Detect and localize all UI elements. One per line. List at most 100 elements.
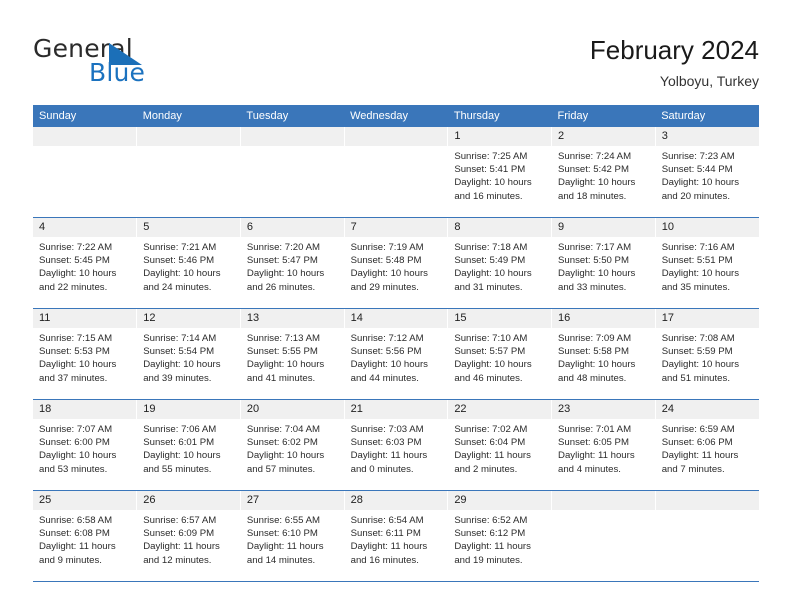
sunset-text: Sunset: 6:10 PM [246,528,318,540]
sunrise-text: Sunrise: 7:07 AM [39,424,113,435]
day-details: Sunrise: 7:01 AM Sunset: 6:05 PM Daylight:… [552,419,655,476]
day-cell[interactable]: 2 Sunrise: 7:24 AM Sunset: 5:42 PM Daylight… [551,127,656,218]
sunset-text: Sunset: 5:47 PM [246,255,318,267]
day-number: 1 [448,127,552,146]
day-cell[interactable]: 22 Sunrise: 7:02 AM Sunset: 6:04 PM Dayligh… [447,399,553,491]
daylight-text: Daylight: 10 hours [454,359,532,371]
sunrise-text: Sunrise: 7:03 AM [350,424,424,435]
sunrise-text: Sunrise: 6:57 AM [143,515,217,526]
sunset-text: Sunset: 6:12 PM [454,528,526,540]
daylight-text: and 20 minutes. [661,190,730,202]
day-cell[interactable]: 29 Sunrise: 6:52 AM Sunset: 6:12 PM Dayligh… [447,490,553,582]
day-number: 9 [552,218,655,237]
day-cell[interactable]: 14 Sunrise: 7:12 AM Sunset: 5:56 PM Dayligh… [344,308,449,400]
day-cell[interactable]: 9 Sunrise: 7:17 AM Sunset: 5:50 PM Daylight… [551,217,656,309]
day-cell[interactable]: 20 Sunrise: 7:04 AM Sunset: 6:02 PM Dayligh… [240,399,345,491]
day-cell-empty [551,490,656,582]
day-details: Sunrise: 7:06 AM Sunset: 6:01 PM Daylight:… [137,419,240,476]
daylight-text: and 37 minutes. [39,372,108,384]
day-cell[interactable]: 23 Sunrise: 7:01 AM Sunset: 6:05 PM Dayligh… [551,399,656,491]
day-cell[interactable]: 11 Sunrise: 7:15 AM Sunset: 5:53 PM Dayligh… [33,308,138,400]
day-cell[interactable]: 12 Sunrise: 7:14 AM Sunset: 5:54 PM Dayligh… [136,308,241,400]
daylight-text: Daylight: 10 hours [143,268,221,280]
day-details: Sunrise: 7:02 AM Sunset: 6:04 PM Daylight:… [448,419,551,476]
daylight-text: Daylight: 10 hours [143,359,221,371]
sunrise-text: Sunrise: 7:14 AM [143,333,217,344]
sunrise-text: Sunrise: 7:02 AM [454,424,528,435]
day-cell[interactable]: 24 Sunrise: 6:59 AM Sunset: 6:06 PM Dayligh… [655,399,759,491]
day-cell[interactable]: 25 Sunrise: 6:58 AM Sunset: 6:08 PM Dayligh… [33,490,138,582]
daylight-text: Daylight: 10 hours [454,177,532,189]
day-cell[interactable]: 15 Sunrise: 7:10 AM Sunset: 5:57 PM Dayligh… [447,308,553,400]
day-cell[interactable]: 17 Sunrise: 7:08 AM Sunset: 5:59 PM Dayligh… [655,308,759,400]
daylight-text: Daylight: 11 hours [39,541,116,553]
sunrise-text: Sunrise: 6:58 AM [39,515,113,526]
day-number [552,491,655,510]
day-cell[interactable]: 7 Sunrise: 7:19 AM Sunset: 5:48 PM Daylight… [344,217,449,309]
day-cell[interactable]: 3 Sunrise: 7:23 AM Sunset: 5:44 PM Daylight… [655,127,759,218]
daylight-text: and 33 minutes. [558,281,627,293]
daylight-text: Daylight: 10 hours [661,177,740,189]
day-cell[interactable]: 1 Sunrise: 7:25 AM Sunset: 5:41 PM Daylight… [447,127,553,218]
sunrise-text: Sunrise: 7:08 AM [661,333,735,344]
sunrise-text: Sunrise: 7:23 AM [661,151,735,162]
sunset-text: Sunset: 6:08 PM [39,528,110,540]
sunset-text: Sunset: 5:51 PM [661,255,733,267]
day-number: 17 [655,309,759,328]
daylight-text: Daylight: 10 hours [558,268,636,280]
day-cell[interactable]: 19 Sunrise: 7:06 AM Sunset: 6:01 PM Dayligh… [136,399,241,491]
sunset-text: Sunset: 5:49 PM [454,255,526,267]
daylight-text: Daylight: 11 hours [454,450,531,462]
day-cell[interactable]: 10 Sunrise: 7:16 AM Sunset: 5:51 PM Dayligh… [655,217,759,309]
daylight-text: and 48 minutes. [558,372,627,384]
sunset-text: Sunset: 5:58 PM [558,346,629,358]
daylight-text: Daylight: 10 hours [350,359,428,371]
day-cell[interactable]: 5 Sunrise: 7:21 AM Sunset: 5:46 PM Daylight… [136,217,241,309]
weekday-header-thursday: Thursday [447,105,552,127]
day-cell[interactable]: 26 Sunrise: 6:57 AM Sunset: 6:09 PM Dayligh… [136,490,241,582]
day-details: Sunrise: 7:21 AM Sunset: 5:46 PM Daylight:… [137,237,240,294]
day-number: 12 [137,309,240,328]
sunset-text: Sunset: 5:50 PM [558,255,629,267]
sunrise-text: Sunrise: 7:24 AM [558,151,632,162]
day-number: 8 [448,218,552,237]
sunrise-text: Sunrise: 6:59 AM [661,424,735,435]
day-details: Sunrise: 7:07 AM Sunset: 6:00 PM Daylight:… [33,419,136,476]
calendar-page: General Blue February 2024 Yolboyu, Turk… [0,0,792,612]
daylight-text: Daylight: 10 hours [39,268,117,280]
day-cell[interactable]: 16 Sunrise: 7:09 AM Sunset: 5:58 PM Dayligh… [551,308,656,400]
day-cell[interactable]: 13 Sunrise: 7:13 AM Sunset: 5:55 PM Dayligh… [240,308,345,400]
daylight-text: Daylight: 10 hours [558,359,636,371]
sunrise-text: Sunrise: 6:55 AM [246,515,320,526]
day-cell[interactable]: 28 Sunrise: 6:54 AM Sunset: 6:11 PM Dayligh… [344,490,449,582]
day-cell[interactable]: 21 Sunrise: 7:03 AM Sunset: 6:03 PM Dayligh… [344,399,449,491]
weekday-header-wednesday: Wednesday [344,105,448,127]
day-number: 15 [448,309,552,328]
day-cell[interactable]: 8 Sunrise: 7:18 AM Sunset: 5:49 PM Daylight… [447,217,553,309]
daylight-text: and 53 minutes. [39,463,108,475]
day-cell[interactable]: 4 Sunrise: 7:22 AM Sunset: 5:45 PM Daylight… [33,217,138,309]
day-number: 13 [240,309,344,328]
daylight-text: and 35 minutes. [661,281,730,293]
daylight-text: Daylight: 10 hours [661,359,740,371]
daylight-text: Daylight: 11 hours [143,541,220,553]
sunrise-text: Sunrise: 7:13 AM [246,333,320,344]
weekday-header-monday: Monday [136,105,241,127]
daylight-text: and 57 minutes. [246,463,316,475]
page-subtitle-location: Yolboyu, Turkey [659,73,759,89]
page-header: General Blue February 2024 Yolboyu, Turk… [0,0,792,102]
day-number: 18 [33,400,137,419]
day-cell[interactable]: 18 Sunrise: 7:07 AM Sunset: 6:00 PM Dayligh… [33,399,138,491]
daylight-text: and 12 minutes. [143,554,212,566]
day-details: Sunrise: 6:57 AM Sunset: 6:09 PM Daylight:… [137,510,240,567]
sunrise-text: Sunrise: 7:18 AM [454,242,528,253]
general-blue-logo[interactable]: General Blue [33,36,213,88]
day-number: 2 [552,127,655,146]
daylight-text: Daylight: 11 hours [661,450,739,462]
sunrise-text: Sunrise: 6:54 AM [350,515,424,526]
day-cell[interactable]: 27 Sunrise: 6:55 AM Sunset: 6:10 PM Dayligh… [240,490,345,582]
sunset-text: Sunset: 6:04 PM [454,437,526,449]
day-details: Sunrise: 7:09 AM Sunset: 5:58 PM Daylight:… [552,328,655,385]
day-cell[interactable]: 6 Sunrise: 7:20 AM Sunset: 5:47 PM Daylight… [240,217,345,309]
day-cell-empty [655,490,759,582]
